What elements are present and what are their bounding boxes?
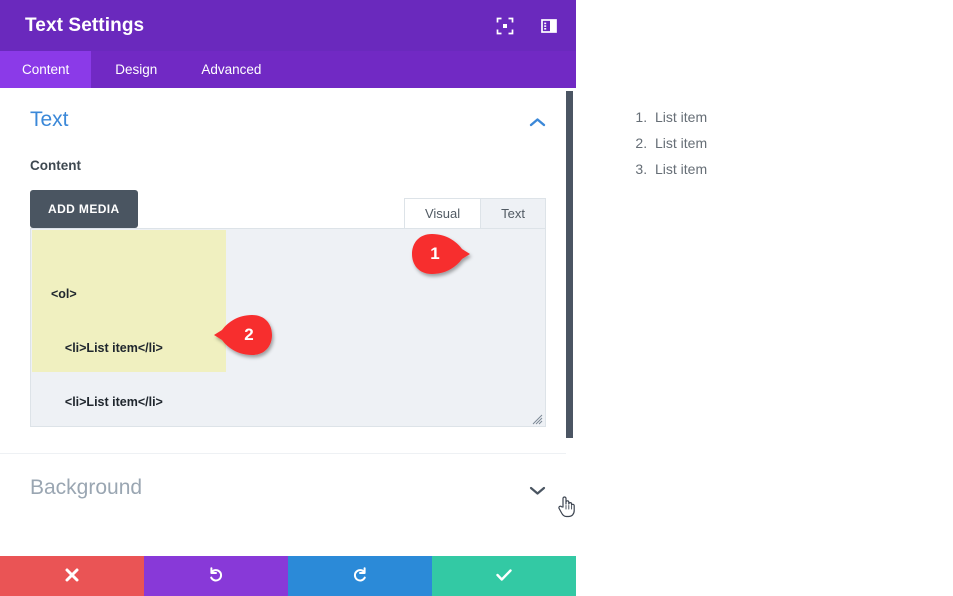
page-preview: List item List item List item: [576, 0, 953, 596]
preview-ordered-list: List item List item List item: [576, 0, 953, 182]
undo-icon: [207, 566, 225, 587]
redo-button[interactable]: [288, 556, 432, 596]
action-bar: [0, 556, 576, 596]
tab-design[interactable]: Design: [93, 51, 179, 88]
redo-icon: [351, 566, 369, 587]
panel-scroll-body: Text Content ADD MEDIA Visual Text <: [0, 88, 576, 556]
chevron-down-icon[interactable]: [529, 483, 546, 494]
code-line: <li>List item</li>: [31, 339, 545, 357]
background-section-header[interactable]: Background: [0, 454, 576, 522]
panel-scrollbar-thumb[interactable]: [566, 91, 573, 438]
settings-tabs: Content Design Advanced: [0, 51, 576, 88]
list-item: List item: [651, 156, 953, 182]
add-media-button[interactable]: ADD MEDIA: [30, 190, 138, 228]
background-section-title: Background: [30, 476, 142, 500]
expand-icon[interactable]: [496, 17, 514, 35]
text-settings-modal: Text Settings: [0, 0, 576, 596]
text-section-title: Text: [30, 108, 69, 132]
editor-mode-visual-tab[interactable]: Visual: [404, 198, 481, 228]
tab-content[interactable]: Content: [0, 51, 91, 88]
header-icon-group: [496, 17, 558, 35]
save-button[interactable]: [432, 556, 576, 596]
list-item: List item: [651, 104, 953, 130]
annotation-marker-1: 1: [410, 232, 472, 276]
tab-advanced[interactable]: Advanced: [179, 51, 283, 88]
list-item: List item: [651, 130, 953, 156]
text-section: Text Content ADD MEDIA Visual Text <: [0, 88, 576, 427]
editor-toolbar: ADD MEDIA Visual Text: [30, 190, 546, 228]
code-line: <li>List item</li>: [31, 393, 545, 411]
undo-button[interactable]: [144, 556, 288, 596]
panel-scrollbar-track[interactable]: [566, 88, 576, 556]
annotation-marker-2: 2: [212, 313, 274, 357]
cancel-button[interactable]: [0, 556, 144, 596]
layout-panel-icon[interactable]: [540, 17, 558, 35]
editor-mode-text-tab[interactable]: Text: [481, 198, 546, 228]
editor-mode-tabs: Visual Text: [404, 198, 546, 228]
panel-header: Text Settings: [0, 0, 576, 51]
content-field-label: Content: [30, 158, 546, 173]
code-line: <ol>: [31, 285, 545, 303]
text-section-header[interactable]: Text: [30, 88, 546, 136]
check-icon: [495, 567, 513, 586]
page-title: Text Settings: [25, 15, 496, 37]
chevron-up-icon[interactable]: [529, 115, 546, 126]
close-icon: [64, 567, 80, 586]
